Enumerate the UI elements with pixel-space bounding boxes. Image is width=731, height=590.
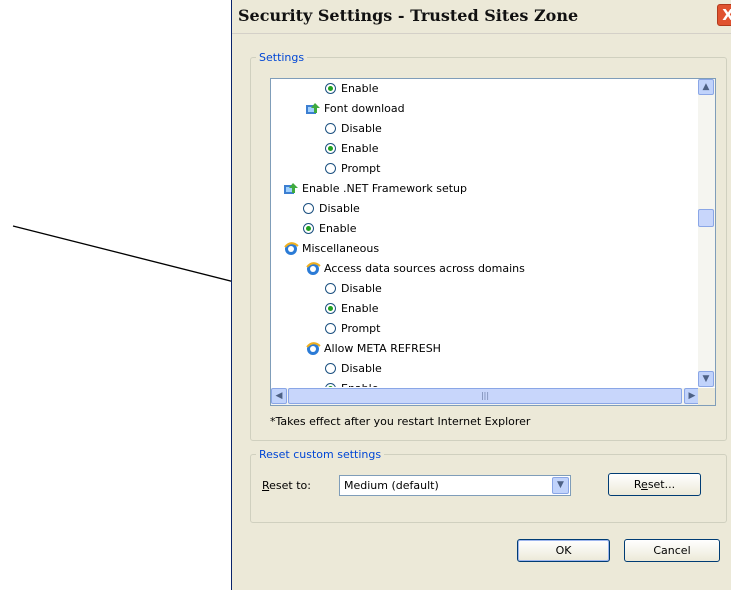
chevron-down-icon[interactable]: ▼ bbox=[552, 477, 569, 494]
setting-category: Font download bbox=[271, 99, 681, 119]
internet-explorer-icon bbox=[305, 341, 321, 357]
setting-option-disable[interactable]: Disable bbox=[271, 119, 681, 139]
internet-explorer-icon bbox=[305, 261, 321, 277]
setting-option-label: Prompt bbox=[341, 322, 381, 335]
radio-button[interactable] bbox=[325, 363, 336, 374]
setting-option-enable[interactable]: Enable bbox=[271, 219, 681, 239]
reset-to-label: Reset to: bbox=[262, 479, 311, 492]
setting-category: Enable .NET Framework setup bbox=[271, 179, 681, 199]
settings-gear-icon bbox=[283, 181, 299, 197]
setting-category-label: Allow META REFRESH bbox=[324, 342, 441, 355]
reset-legend: Reset custom settings bbox=[259, 448, 382, 461]
radio-button[interactable] bbox=[303, 223, 314, 234]
radio-button[interactable] bbox=[325, 283, 336, 294]
radio-button[interactable] bbox=[325, 83, 336, 94]
ok-button[interactable]: OK bbox=[517, 539, 610, 562]
dialog-title: Security Settings - Trusted Sites Zone bbox=[238, 6, 579, 25]
setting-option-label: Disable bbox=[319, 202, 360, 215]
setting-option-label: Enable bbox=[319, 222, 357, 235]
settings-legend: Settings bbox=[259, 51, 305, 64]
setting-option-label: Enable bbox=[341, 379, 378, 387]
horizontal-scrollbar[interactable]: ◀ ||| ▶ bbox=[271, 388, 700, 405]
setting-option-label: Disable bbox=[341, 362, 382, 375]
setting-option-label: Prompt bbox=[341, 162, 381, 175]
scroll-up-button[interactable]: ▲ bbox=[698, 79, 714, 95]
security-settings-dialog: Security Settings - Trusted Sites Zone X… bbox=[231, 0, 731, 590]
radio-button[interactable] bbox=[325, 143, 336, 154]
setting-category-label: Enable .NET Framework setup bbox=[302, 182, 468, 195]
vertical-scroll-thumb[interactable] bbox=[698, 209, 714, 227]
radio-button[interactable] bbox=[325, 123, 336, 134]
setting-category-label: Font download bbox=[324, 102, 405, 115]
settings-gear-icon bbox=[305, 101, 321, 117]
setting-option-disable[interactable]: Disable bbox=[271, 359, 681, 379]
radio-button[interactable] bbox=[325, 383, 336, 387]
setting-option-enable[interactable]: Enable bbox=[271, 79, 681, 99]
radio-button[interactable] bbox=[303, 203, 314, 214]
radio-button[interactable] bbox=[325, 303, 336, 314]
reset-level-combobox[interactable]: Medium (default) ▼ bbox=[339, 475, 571, 496]
setting-option-label: Enable bbox=[341, 302, 379, 315]
setting-option-label: Disable bbox=[341, 282, 382, 295]
setting-category-label: Access data sources across domains bbox=[324, 262, 525, 275]
settings-tree[interactable]: Enable Font download Disable Enable Prompt En… bbox=[270, 78, 716, 406]
horizontal-scroll-thumb[interactable]: ||| bbox=[288, 388, 682, 404]
scroll-left-button[interactable]: ◀ bbox=[271, 388, 287, 404]
radio-button[interactable] bbox=[325, 323, 336, 334]
setting-option-disable[interactable]: Disable bbox=[271, 199, 681, 219]
setting-category-label: Miscellaneous bbox=[302, 242, 380, 255]
vertical-scrollbar[interactable]: ▲ ▼ bbox=[698, 79, 715, 387]
scroll-down-button[interactable]: ▼ bbox=[698, 371, 714, 387]
setting-option-prompt[interactable]: Prompt bbox=[271, 159, 681, 179]
restart-note: *Takes effect after you restart Internet… bbox=[270, 415, 531, 428]
internet-explorer-icon bbox=[283, 241, 299, 257]
reset-button[interactable]: Reset... bbox=[608, 473, 701, 496]
setting-option-enable[interactable]: Enable bbox=[271, 299, 681, 319]
setting-category: Allow META REFRESH bbox=[271, 339, 681, 359]
reset-level-value: Medium (default) bbox=[344, 479, 439, 492]
settings-tree-content: Enable Font download Disable Enable Prompt En… bbox=[271, 79, 683, 387]
title-bar[interactable]: Security Settings - Trusted Sites Zone X bbox=[232, 0, 731, 34]
close-icon: X bbox=[722, 6, 731, 24]
setting-option-disable[interactable]: Disable bbox=[271, 279, 681, 299]
setting-option-label: Disable bbox=[341, 122, 382, 135]
setting-option-prompt[interactable]: Prompt bbox=[271, 319, 681, 339]
scroll-corner bbox=[698, 388, 715, 405]
setting-option-label: Enable bbox=[341, 142, 379, 155]
setting-option-enable[interactable]: Enable bbox=[271, 379, 681, 387]
setting-option-label: Enable bbox=[341, 82, 379, 95]
radio-button[interactable] bbox=[325, 163, 336, 174]
setting-category: Miscellaneous bbox=[271, 239, 681, 259]
close-button[interactable]: X bbox=[717, 4, 731, 26]
cancel-button[interactable]: Cancel bbox=[624, 539, 720, 562]
setting-option-enable[interactable]: Enable bbox=[271, 139, 681, 159]
setting-category: Access data sources across domains bbox=[271, 259, 681, 279]
